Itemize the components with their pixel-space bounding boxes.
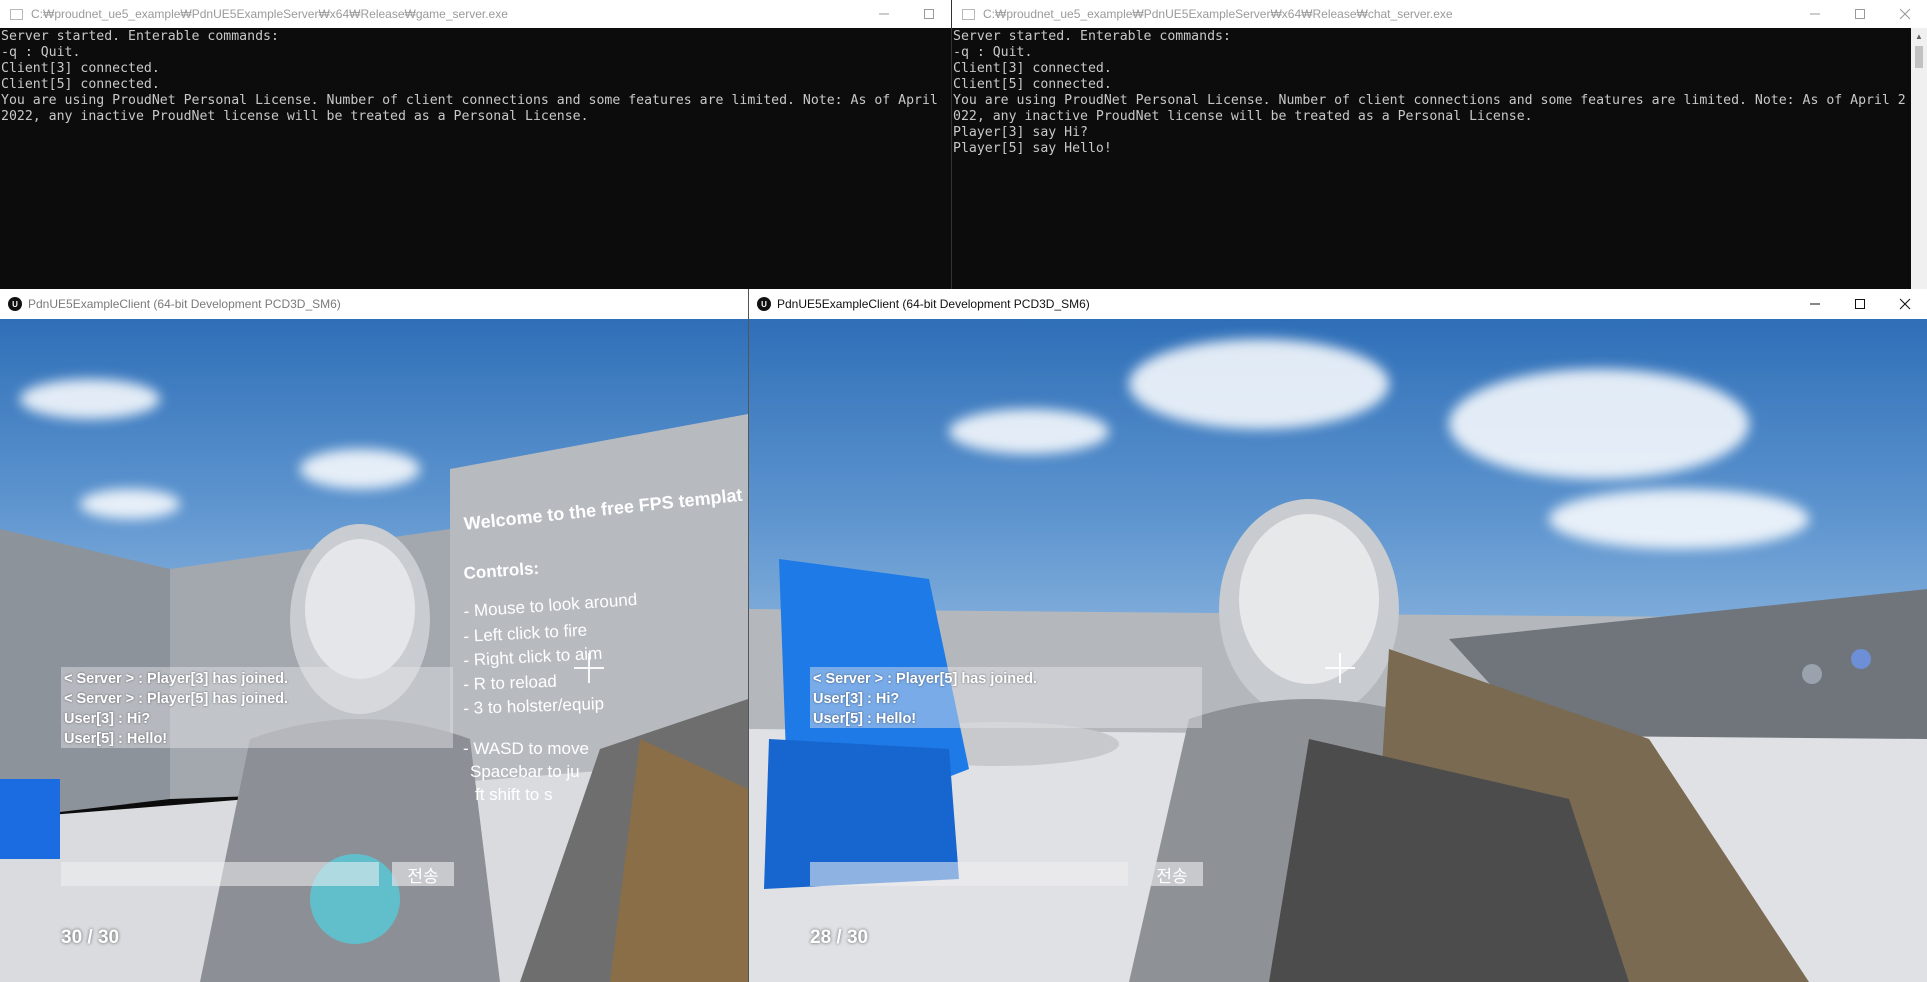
console-icon (10, 8, 23, 20)
ammo-counter: 30 / 30 (61, 927, 120, 948)
game-viewport[interactable]: < Server > : Player[5] has joined. User[… (749, 319, 1927, 982)
game-viewport[interactable]: Welcome to the free FPS templat Controls… (0, 319, 748, 982)
crosshair-icon (574, 653, 604, 683)
chat-line: User[3] : Hi? (813, 691, 900, 707)
unreal-logo-icon: U (757, 297, 771, 311)
close-button[interactable] (1882, 289, 1927, 319)
window-title: PdnUE5ExampleClient (64-bit Development … (28, 297, 341, 311)
minimize-button[interactable] (1792, 0, 1837, 28)
unreal-logo-icon: U (8, 297, 22, 311)
console-icon (962, 8, 975, 20)
chat-line: User[5] : Hello! (813, 711, 917, 727)
wall-control-line: Spacebar to ju (470, 762, 580, 781)
console-output: Server started. Enterable commands: -q :… (0, 28, 951, 289)
chat-log: < Server > : Player[3] has joined. < Ser… (61, 667, 453, 748)
client-left-window: U PdnUE5ExampleClient (64-bit Developmen… (0, 289, 748, 982)
chat-server-titlebar[interactable]: C:₩proudnet_ue5_example₩PdnUE5ExampleSer… (952, 0, 1927, 28)
maximize-button[interactable] (1837, 289, 1882, 319)
chat-server-console-window: C:₩proudnet_ue5_example₩PdnUE5ExampleSer… (951, 0, 1927, 289)
wall-control-line: - R to reload (463, 671, 558, 694)
send-button[interactable]: 전송 (1141, 862, 1203, 886)
chat-line: < Server > : Player[3] has joined. (64, 671, 289, 687)
game-server-console-window: C:₩proudnet_ue5_example₩PdnUE5ExampleSer… (0, 0, 951, 289)
window-title: C:₩proudnet_ue5_example₩PdnUE5ExampleSer… (983, 7, 1453, 21)
client-right-titlebar[interactable]: U PdnUE5ExampleClient (64-bit Developmen… (749, 289, 1927, 319)
chat-log: < Server > : Player[5] has joined. User[… (810, 667, 1202, 728)
chat-line: < Server > : Player[5] has joined. (813, 671, 1038, 687)
minimize-button[interactable] (1792, 289, 1837, 319)
chat-line: User[5] : Hello! (64, 731, 168, 747)
scroll-thumb[interactable] (1915, 46, 1923, 68)
console-scrollbar[interactable]: ▲ (1911, 28, 1927, 289)
wall-control-line: ft shift to s (475, 785, 553, 804)
client-left-titlebar[interactable]: U PdnUE5ExampleClient (64-bit Developmen… (0, 289, 748, 319)
send-button[interactable]: 전송 (392, 862, 454, 886)
close-button[interactable] (1882, 0, 1927, 28)
window-title: PdnUE5ExampleClient (64-bit Development … (777, 297, 1090, 311)
maximize-button[interactable] (906, 0, 951, 28)
ammo-counter: 28 / 30 (810, 927, 869, 948)
game-server-titlebar[interactable]: C:₩proudnet_ue5_example₩PdnUE5ExampleSer… (0, 0, 951, 28)
window-title: C:₩proudnet_ue5_example₩PdnUE5ExampleSer… (31, 7, 508, 21)
chat-input[interactable] (810, 862, 1128, 886)
scroll-up-icon[interactable]: ▲ (1911, 28, 1927, 44)
chat-line: User[3] : Hi? (64, 711, 151, 727)
console-output: Server started. Enterable commands: -q :… (952, 28, 1911, 289)
minimize-button[interactable] (861, 0, 906, 28)
crosshair-icon (1325, 653, 1355, 683)
wall-control-line: - WASD to move (463, 739, 589, 758)
chat-input[interactable] (61, 862, 379, 886)
maximize-button[interactable] (1837, 0, 1882, 28)
client-right-window: U PdnUE5ExampleClient (64-bit Developmen… (748, 289, 1927, 982)
chat-line: < Server > : Player[5] has joined. (64, 691, 289, 707)
